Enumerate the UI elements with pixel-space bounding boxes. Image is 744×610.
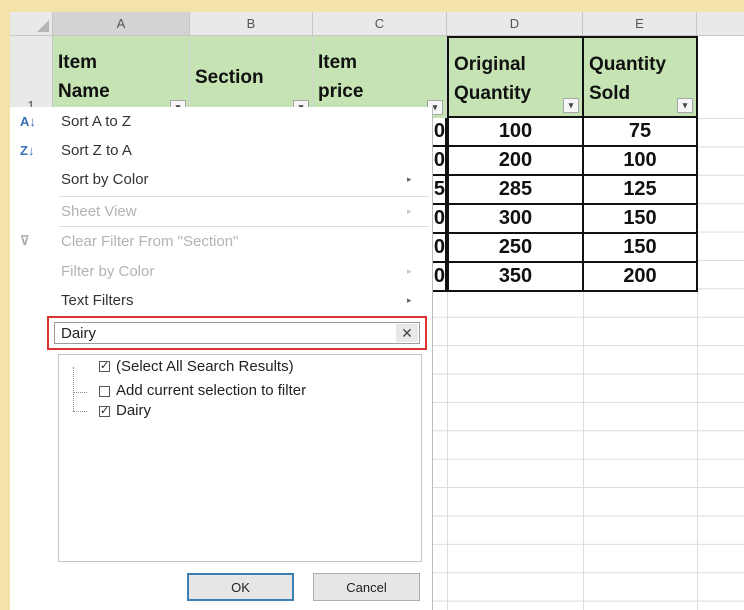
row-header-1[interactable]: 1 bbox=[10, 36, 53, 118]
chevron-down-icon: ▾ bbox=[568, 100, 574, 110]
chevron-right-icon: ▸ bbox=[407, 294, 412, 305]
menu-item-label: Sort Z to A bbox=[61, 141, 132, 159]
select-all-corner[interactable] bbox=[10, 12, 53, 36]
menu-item-label: Filter by Color bbox=[61, 262, 155, 280]
quantity-sold-cell[interactable]: 125 bbox=[582, 176, 698, 205]
chevron-down-icon: ▾ bbox=[682, 100, 688, 110]
header-original-quantity: Original Quantity ▾ bbox=[447, 36, 584, 118]
price-cell[interactable]: 0 bbox=[433, 118, 447, 147]
menu-item-sort-a-z[interactable]: A↓ Sort A to Z bbox=[10, 107, 430, 135]
menu-item-sheet-view: Sheet View ▸ bbox=[10, 197, 430, 225]
price-cell[interactable]: 5 bbox=[433, 176, 447, 205]
quantity-sold-cell[interactable]: 200 bbox=[582, 263, 698, 292]
autofilter-menu: A↓ Sort A to Z Z↓ Sort Z to A Sort by Co… bbox=[10, 107, 433, 610]
column-header-a[interactable]: A bbox=[53, 12, 190, 36]
column-header-d[interactable]: D bbox=[447, 12, 583, 36]
column-header-b[interactable]: B bbox=[190, 12, 313, 36]
price-cell[interactable]: 0 bbox=[433, 205, 447, 234]
header-quantity-sold: Quantity Sold ▾ bbox=[582, 36, 698, 118]
quantity-sold-cell[interactable]: 100 bbox=[582, 147, 698, 176]
price-cell[interactable]: 0 bbox=[433, 263, 447, 292]
original-quantity-cell[interactable]: 350 bbox=[447, 263, 584, 292]
header-quantity-sold-line1: Quantity bbox=[589, 54, 667, 75]
original-quantity-cell[interactable]: 300 bbox=[447, 205, 584, 234]
checkmark-icon: ✓ bbox=[100, 405, 110, 417]
menu-item-sort-by-color[interactable]: Sort by Color ▸ bbox=[10, 165, 430, 193]
filter-dropdown-button-e[interactable]: ▾ bbox=[677, 98, 693, 113]
dairy-label: Dairy bbox=[116, 402, 152, 419]
quantity-sold-cell[interactable]: 150 bbox=[582, 205, 698, 234]
ok-button[interactable]: OK bbox=[187, 573, 294, 601]
quantity-sold-cell[interactable]: 150 bbox=[582, 234, 698, 263]
original-quantity-cell[interactable]: 100 bbox=[447, 118, 584, 147]
menu-item-label: Sort by Color bbox=[61, 170, 149, 188]
chevron-down-icon: ▾ bbox=[432, 102, 438, 112]
sort-descending-icon: Z↓ bbox=[20, 142, 35, 158]
original-quantity-cell[interactable]: 200 bbox=[447, 147, 584, 176]
header-original-quantity-line1: Original bbox=[454, 54, 526, 75]
add-to-filter-checkbox[interactable] bbox=[99, 386, 110, 397]
chevron-right-icon: ▸ bbox=[407, 173, 412, 184]
tree-connector bbox=[73, 392, 87, 393]
header-section-label: Section bbox=[195, 66, 264, 88]
menu-item-sort-z-a[interactable]: Z↓ Sort Z to A bbox=[10, 136, 430, 164]
checkmark-icon: ✓ bbox=[100, 360, 110, 372]
menu-item-filter-by-color: Filter by Color ▸ bbox=[10, 257, 430, 285]
header-item-name-line1: Item bbox=[58, 52, 98, 73]
dairy-checkbox[interactable]: ✓ bbox=[99, 406, 110, 417]
column-header-e[interactable]: E bbox=[583, 12, 697, 36]
spreadsheet-window: A B C D E 1 Item Name ▾ Section ▾ Item p… bbox=[10, 12, 744, 610]
header-item-name: Item Name ▾ bbox=[53, 36, 190, 118]
menu-item-label: Text Filters bbox=[61, 291, 134, 309]
price-cell[interactable]: 0 bbox=[433, 234, 447, 263]
select-all-checkbox[interactable]: ✓ bbox=[99, 361, 110, 372]
search-input-value: Dairy bbox=[61, 325, 97, 342]
column-header-f[interactable] bbox=[697, 12, 744, 36]
chevron-right-icon: ▸ bbox=[407, 205, 412, 216]
close-icon[interactable]: ✕ bbox=[396, 324, 418, 342]
select-all-label: (Select All Search Results) bbox=[116, 358, 294, 375]
header-section: Section ▾ bbox=[190, 36, 313, 118]
search-input[interactable]: Dairy ✕ bbox=[54, 322, 420, 344]
sort-ascending-icon: A↓ bbox=[20, 113, 36, 129]
menu-item-label: Sheet View bbox=[61, 202, 137, 220]
menu-item-clear-filter: ⊽ Clear Filter From "Section" bbox=[10, 227, 430, 255]
column-header-c[interactable]: C bbox=[313, 12, 447, 36]
menu-item-label: Clear Filter From "Section" bbox=[61, 232, 239, 250]
tree-connector bbox=[73, 411, 87, 412]
price-cell[interactable]: 0 bbox=[433, 147, 447, 176]
menu-item-label: Sort A to Z bbox=[61, 112, 132, 130]
menu-item-text-filters[interactable]: Text Filters ▸ bbox=[10, 286, 430, 314]
search-highlight-box: Dairy ✕ bbox=[47, 316, 427, 350]
filter-values-list[interactable]: ✓ (Select All Search Results) Add curren… bbox=[58, 354, 422, 562]
chevron-right-icon: ▸ bbox=[407, 265, 412, 276]
clear-filter-icon: ⊽ bbox=[20, 233, 30, 248]
original-quantity-cell[interactable]: 285 bbox=[447, 176, 584, 205]
filter-dropdown-button-d[interactable]: ▾ bbox=[563, 98, 579, 113]
header-item-price-line1: Item bbox=[318, 52, 358, 73]
tree-connector bbox=[73, 367, 74, 411]
quantity-sold-cell[interactable]: 75 bbox=[582, 118, 698, 147]
cancel-button[interactable]: Cancel bbox=[313, 573, 420, 601]
add-to-filter-label: Add current selection to filter bbox=[116, 382, 307, 399]
original-quantity-cell[interactable]: 250 bbox=[447, 234, 584, 263]
header-item-price: Item price ▾ bbox=[313, 36, 447, 118]
